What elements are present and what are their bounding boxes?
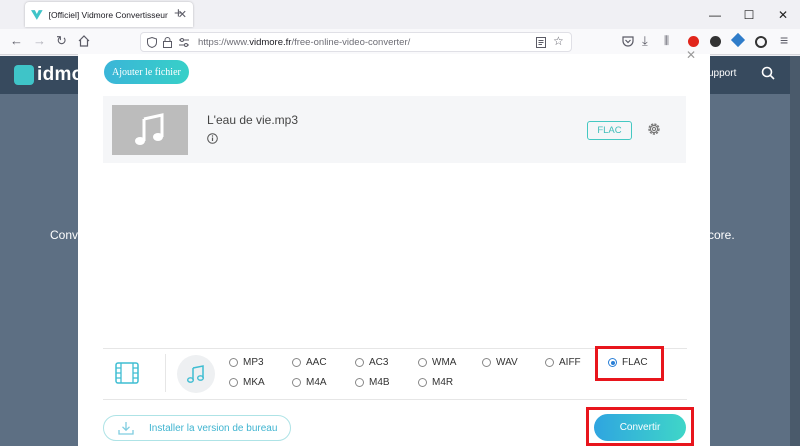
logo-text: idmo xyxy=(37,64,84,85)
music-note-icon xyxy=(135,113,164,145)
menu-icon[interactable]: ≡ xyxy=(780,32,788,48)
tab-title: [Officiel] Vidmore Convertisseur xyxy=(48,9,168,20)
install-label: Installer la version de bureau xyxy=(149,422,278,434)
format-option-aac[interactable]: AAC xyxy=(292,357,327,368)
format-radio[interactable] xyxy=(229,378,238,387)
format-option-m4b[interactable]: M4B xyxy=(355,377,390,388)
blue-extension-icon[interactable] xyxy=(730,32,746,48)
lock-icon[interactable] xyxy=(163,37,172,48)
background-text-right: core. xyxy=(708,228,735,242)
new-tab-icon[interactable]: + xyxy=(174,5,183,22)
background-text-left: Conv xyxy=(50,228,79,242)
video-format-tab-icon[interactable] xyxy=(114,360,140,386)
home-icon[interactable] xyxy=(78,35,90,47)
format-radio[interactable] xyxy=(229,358,238,367)
url-text: https://www.vidmore.fr/free-online-video… xyxy=(198,37,411,48)
sync-extension-icon[interactable] xyxy=(755,36,767,48)
page-scrollbar[interactable] xyxy=(790,56,800,446)
browser-tab-bar: [Officiel] Vidmore Convertisseur ✕ + — ☐… xyxy=(0,0,800,29)
dark-extension-icon[interactable] xyxy=(710,36,721,47)
audio-format-tab[interactable] xyxy=(177,355,215,393)
format-option-mp3[interactable]: MP3 xyxy=(229,357,264,368)
reader-view-icon[interactable] xyxy=(536,37,546,48)
format-tab-separator xyxy=(165,354,166,392)
format-option-ac3[interactable]: AC3 xyxy=(355,357,388,368)
reload-icon[interactable]: ↻ xyxy=(56,33,67,49)
permissions-icon[interactable] xyxy=(178,37,190,48)
maximize-icon[interactable]: ☐ xyxy=(732,0,766,29)
file-name: L'eau de vie.mp3 xyxy=(207,113,299,127)
format-option-m4r[interactable]: M4R xyxy=(418,377,453,388)
bookmark-star-icon[interactable]: ☆ xyxy=(553,34,564,48)
format-radio[interactable] xyxy=(545,358,554,367)
opera-extension-icon[interactable] xyxy=(688,36,699,47)
format-option-mka[interactable]: MKA xyxy=(229,377,265,388)
browser-nav-bar: ← → ↻ https://www.vidmore.fr/free-online… xyxy=(0,29,800,55)
format-radio[interactable] xyxy=(292,378,301,387)
vidmore-favicon-icon xyxy=(31,9,43,20)
site-logo[interactable]: idmo xyxy=(14,64,84,86)
file-thumbnail xyxy=(112,105,188,155)
minimize-icon[interactable]: — xyxy=(698,0,732,29)
output-format-badge[interactable]: FLAC xyxy=(587,121,632,140)
format-option-aiff[interactable]: AIFF xyxy=(545,357,581,368)
forward-icon[interactable]: → xyxy=(33,33,46,48)
shield-icon[interactable] xyxy=(147,37,157,48)
downloads-icon[interactable]: ⤓ xyxy=(642,33,648,49)
format-radio[interactable] xyxy=(355,358,364,367)
info-icon[interactable] xyxy=(207,133,218,144)
back-icon[interactable]: ← xyxy=(10,33,23,48)
format-radio[interactable] xyxy=(292,358,301,367)
install-desktop-button[interactable]: Installer la version de bureau xyxy=(103,415,291,441)
format-option-wav[interactable]: WAV xyxy=(482,357,518,368)
window-close-icon[interactable]: ✕ xyxy=(766,0,800,29)
download-icon xyxy=(118,422,134,435)
modal-close-icon[interactable]: ✕ xyxy=(686,48,696,62)
format-option-m4a[interactable]: M4A xyxy=(292,377,327,388)
pocket-icon[interactable] xyxy=(622,36,634,47)
support-link[interactable]: upport xyxy=(708,68,736,79)
format-radio[interactable] xyxy=(418,378,427,387)
flac-highlight-box xyxy=(595,346,664,381)
audio-music-icon xyxy=(187,365,204,383)
format-radio[interactable] xyxy=(482,358,491,367)
add-file-button[interactable]: Ajouter le fichier xyxy=(104,60,189,84)
library-icon[interactable]: ⫼ xyxy=(664,35,669,48)
footer-divider xyxy=(103,399,687,400)
format-option-wma[interactable]: WMA xyxy=(418,357,456,368)
vidmore-logo-icon xyxy=(14,65,34,85)
format-radio[interactable] xyxy=(355,378,364,387)
search-icon[interactable] xyxy=(761,66,775,80)
file-row: L'eau de vie.mp3 FLAC xyxy=(103,96,686,163)
format-radio[interactable] xyxy=(418,358,427,367)
settings-gear-icon[interactable] xyxy=(646,121,662,137)
convert-button[interactable]: Convertir xyxy=(594,414,686,441)
address-bar[interactable]: https://www.vidmore.fr/free-online-video… xyxy=(140,32,572,52)
browser-tab[interactable]: [Officiel] Vidmore Convertisseur ✕ xyxy=(25,2,193,27)
